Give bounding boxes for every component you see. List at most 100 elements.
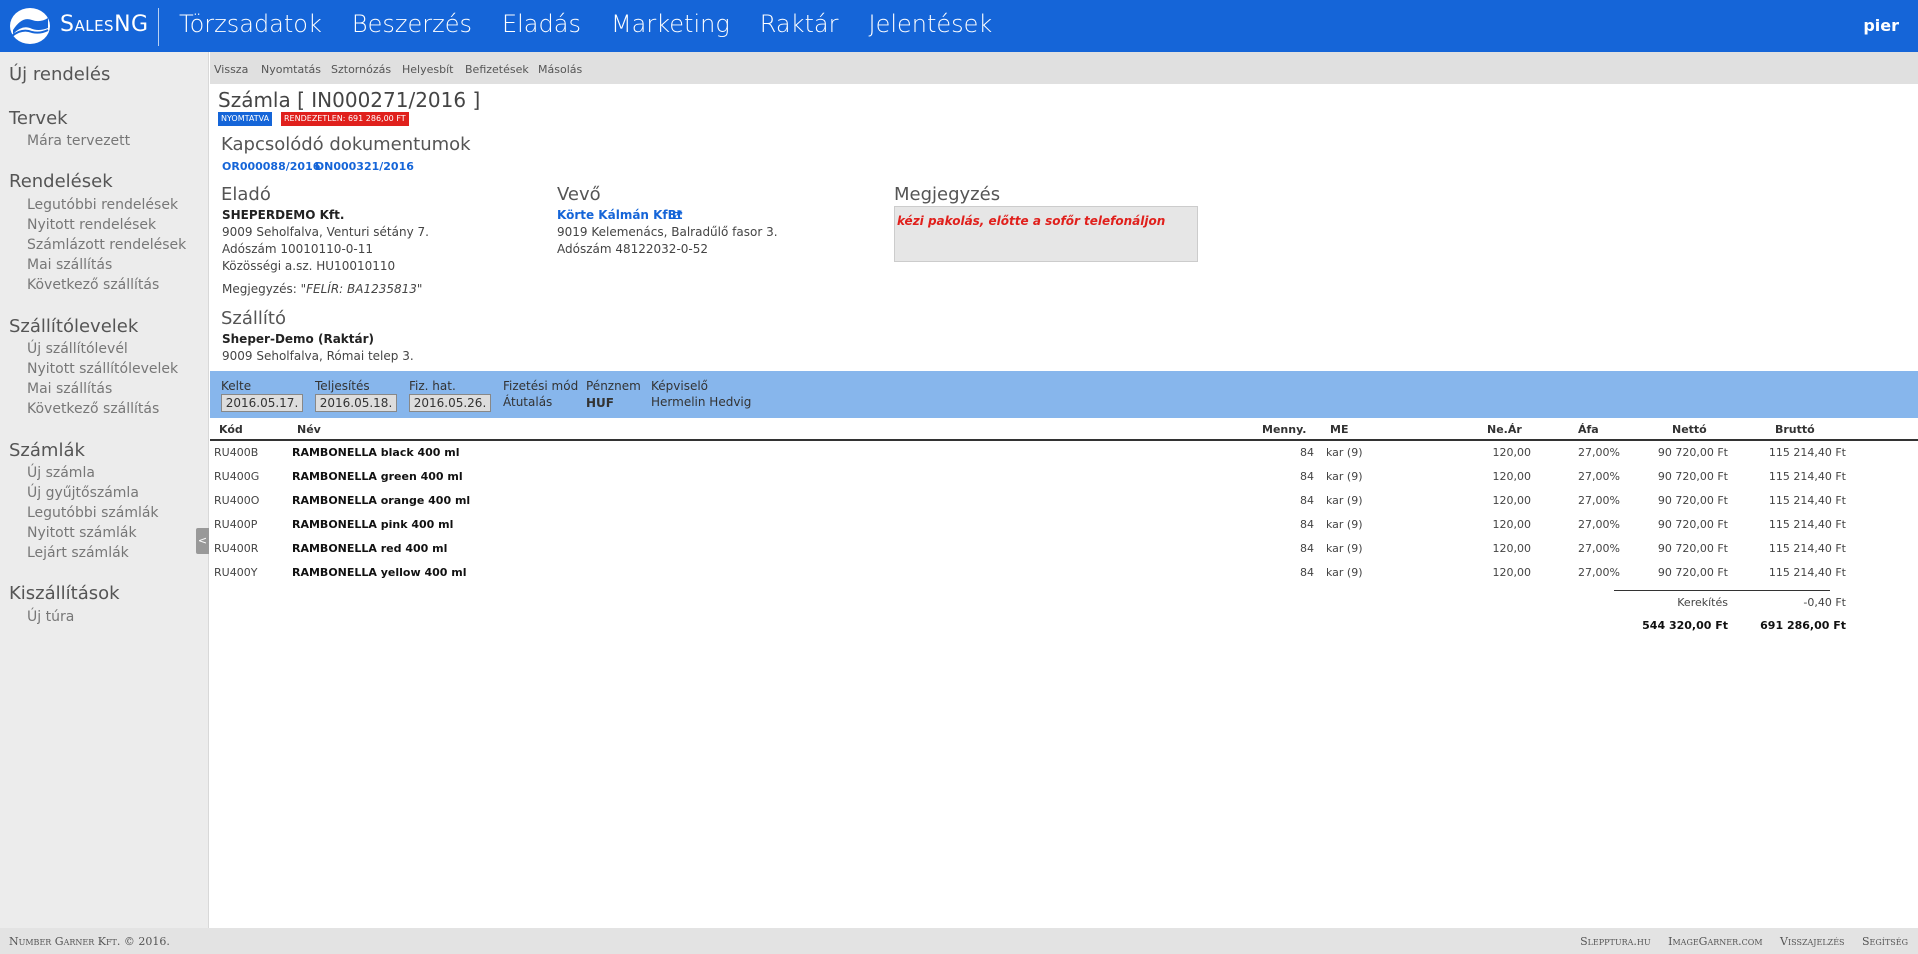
- col-net: Nettó: [1672, 423, 1707, 436]
- cell-quantity: 84: [1300, 470, 1314, 483]
- total-net: 544 320,00 Ft: [1642, 619, 1728, 632]
- external-link-icon[interactable]: [673, 210, 682, 219]
- back-button[interactable]: Vissza: [214, 63, 248, 76]
- table-row[interactable]: RU400O RAMBONELLA orange 400 ml 84 kar (…: [210, 489, 1918, 513]
- cell-net-price: 120,00: [1492, 518, 1532, 531]
- note-title: Megjegyzés: [894, 184, 1001, 205]
- cell-vat: 27,00%: [1578, 518, 1620, 531]
- footer-link-feedback[interactable]: Visszajelzés: [1780, 935, 1845, 948]
- cell-net-price: 120,00: [1492, 542, 1532, 555]
- rounding-row: Kerekítés -0,40 Ft: [210, 591, 1918, 615]
- payment-method-label: Fizetési mód: [503, 379, 579, 393]
- sidebar-item-lejart-szamlak[interactable]: Lejárt számlák: [27, 545, 129, 561]
- due-date-field[interactable]: 2016.05.26.: [409, 394, 491, 412]
- related-doc-delivery-link[interactable]: DN000321/2016: [315, 160, 414, 173]
- sidebar-section-szamlak: Számlák: [9, 440, 85, 461]
- nav-marketing[interactable]: Marketing: [611, 10, 730, 38]
- table-row[interactable]: RU400R RAMBONELLA red 400 ml 84 kar (9) …: [210, 537, 1918, 561]
- sidebar-collapse-button[interactable]: <: [196, 528, 209, 554]
- note-textarea[interactable]: kézi pakolás, előtte a sofőr telefonáljo…: [894, 206, 1198, 262]
- sidebar-new-order[interactable]: Új rendelés: [9, 64, 110, 85]
- sidebar-item-nyitott-szamlak[interactable]: Nyitott számlák: [27, 525, 137, 541]
- payment-method-value: Átutalás: [503, 395, 553, 409]
- nav-torzsadatok[interactable]: Törzsadatok: [179, 10, 322, 38]
- page-title: Számla [ IN000271/2016 ]: [218, 88, 481, 112]
- sidebar-item-uj-tura[interactable]: Új túra: [27, 609, 74, 625]
- nav-jelentesek[interactable]: Jelentések: [868, 10, 992, 38]
- nav-beszerzes[interactable]: Beszerzés: [352, 10, 472, 38]
- print-button[interactable]: Nyomtatás: [261, 63, 321, 76]
- table-row[interactable]: RU400B RAMBONELLA black 400 ml 84 kar (9…: [210, 441, 1918, 465]
- issue-date-field[interactable]: 2016.05.17.: [221, 394, 303, 412]
- cell-vat: 27,00%: [1578, 494, 1620, 507]
- sidebar-item-nyitott-rendelesek[interactable]: Nyitott rendelések: [27, 217, 156, 233]
- footer-link-slepptura[interactable]: Slepptura.hu: [1580, 935, 1651, 948]
- related-doc-order-link[interactable]: OR000088/2016: [222, 160, 320, 173]
- cell-code: RU400Y: [214, 566, 258, 579]
- cell-name: RAMBONELLA orange 400 ml: [292, 494, 471, 507]
- payments-button[interactable]: Befizetések: [465, 63, 529, 76]
- sidebar: Új rendelés Tervek Mára tervezett Rendel…: [0, 52, 209, 928]
- fulfilment-date-field[interactable]: 2016.05.18.: [315, 394, 397, 412]
- footer: Number Garner Kft. © 2016. Slepptura.hu …: [0, 928, 1918, 954]
- buyer-name-link[interactable]: Körte Kálmán KfBt: [557, 208, 683, 222]
- nav-raktar[interactable]: Raktár: [760, 10, 839, 38]
- footer-link-help[interactable]: Segítség: [1862, 935, 1908, 948]
- nav-eladas[interactable]: Eladás: [502, 10, 581, 38]
- sidebar-item-legutobbi-szamlak[interactable]: Legutóbbi számlák: [27, 505, 159, 521]
- user-menu[interactable]: pier: [1863, 16, 1899, 35]
- col-code: Kód: [219, 423, 243, 436]
- seller-tax: Adószám 10010110-0-11: [222, 242, 374, 256]
- sidebar-item-legutobbi-rendelesek[interactable]: Legutóbbi rendelések: [27, 197, 178, 213]
- fulfilment-date-label: Teljesítés: [315, 379, 370, 393]
- cell-name: RAMBONELLA black 400 ml: [292, 446, 460, 459]
- col-vat: Áfa: [1578, 423, 1599, 436]
- copyright: Number Garner Kft. © 2016.: [9, 935, 170, 948]
- cell-vat: 27,00%: [1578, 470, 1620, 483]
- action-toolbar: Vissza Nyomtatás Sztornózás Helyesbít Be…: [210, 52, 1918, 84]
- cell-net: 90 720,00 Ft: [1657, 470, 1728, 483]
- cell-net: 90 720,00 Ft: [1657, 446, 1728, 459]
- buyer-address: 9019 Kelemenács, Balradűlő fasor 3.: [557, 225, 778, 239]
- salesng-logo-icon[interactable]: [8, 6, 52, 46]
- table-row[interactable]: RU400G RAMBONELLA green 400 ml 84 kar (9…: [210, 465, 1918, 489]
- seller-note-value: "FELÍR: BA1235813": [300, 282, 423, 296]
- sidebar-section-kiszallitasok: Kiszállítások: [9, 583, 120, 604]
- seller-title: Eladó: [221, 184, 271, 205]
- footer-link-imagegarner[interactable]: ImageGarner.com: [1668, 935, 1762, 948]
- due-date-label: Fiz. hat.: [409, 379, 456, 393]
- sidebar-item-uj-gyujtoszamla[interactable]: Új gyűjtőszámla: [27, 485, 139, 501]
- status-badge-printed: NYOMTATVA: [218, 112, 273, 126]
- cell-gross: 115 214,40 Ft: [1768, 446, 1846, 459]
- sidebar-item-kovetkezo-szallitas-2[interactable]: Következő szállítás: [27, 401, 159, 417]
- sidebar-item-nyitott-szallitolevelek[interactable]: Nyitott szállítólevelek: [27, 361, 178, 377]
- cell-quantity: 84: [1300, 446, 1314, 459]
- sidebar-item-kovetkezo-szallitas[interactable]: Következő szállítás: [27, 277, 159, 293]
- cell-net: 90 720,00 Ft: [1657, 566, 1728, 579]
- sidebar-item-mai-szallitas-2[interactable]: Mai szállítás: [27, 381, 112, 397]
- cell-gross: 115 214,40 Ft: [1768, 518, 1846, 531]
- rounding-value: -0,40 Ft: [1803, 596, 1846, 609]
- cell-code: RU400R: [214, 542, 259, 555]
- brand-name[interactable]: SalesNG: [60, 12, 149, 37]
- sidebar-section-szallitolevelek: Szállítólevelek: [9, 316, 139, 337]
- cell-unit: kar (9): [1326, 542, 1363, 555]
- seller-note-label: Megjegyzés:: [222, 282, 297, 296]
- cell-code: RU400G: [214, 470, 260, 483]
- sidebar-item-uj-szallitolevel[interactable]: Új szállítólevél: [27, 341, 128, 357]
- seller-name: SHEPERDEMO Kft.: [222, 208, 345, 222]
- table-row[interactable]: RU400Y RAMBONELLA yellow 400 ml 84 kar (…: [210, 561, 1918, 585]
- copy-button[interactable]: Másolás: [538, 63, 582, 76]
- sidebar-item-mara-tervezett[interactable]: Mára tervezett: [27, 133, 130, 149]
- sidebar-item-uj-szamla[interactable]: Új számla: [27, 465, 95, 481]
- cell-quantity: 84: [1300, 566, 1314, 579]
- correct-button[interactable]: Helyesbít: [402, 63, 453, 76]
- sidebar-item-szamlazott-rendelesek[interactable]: Számlázott rendelések: [27, 237, 186, 253]
- carrier-address: 9009 Seholfalva, Római telep 3.: [222, 349, 414, 363]
- cell-quantity: 84: [1300, 518, 1314, 531]
- currency-value: HUF: [586, 396, 614, 410]
- cancel-invoice-button[interactable]: Sztornózás: [331, 63, 391, 76]
- representative-label: Képviselő: [651, 379, 709, 393]
- sidebar-item-mai-szallitas[interactable]: Mai szállítás: [27, 257, 112, 273]
- table-row[interactable]: RU400P RAMBONELLA pink 400 ml 84 kar (9)…: [210, 513, 1918, 537]
